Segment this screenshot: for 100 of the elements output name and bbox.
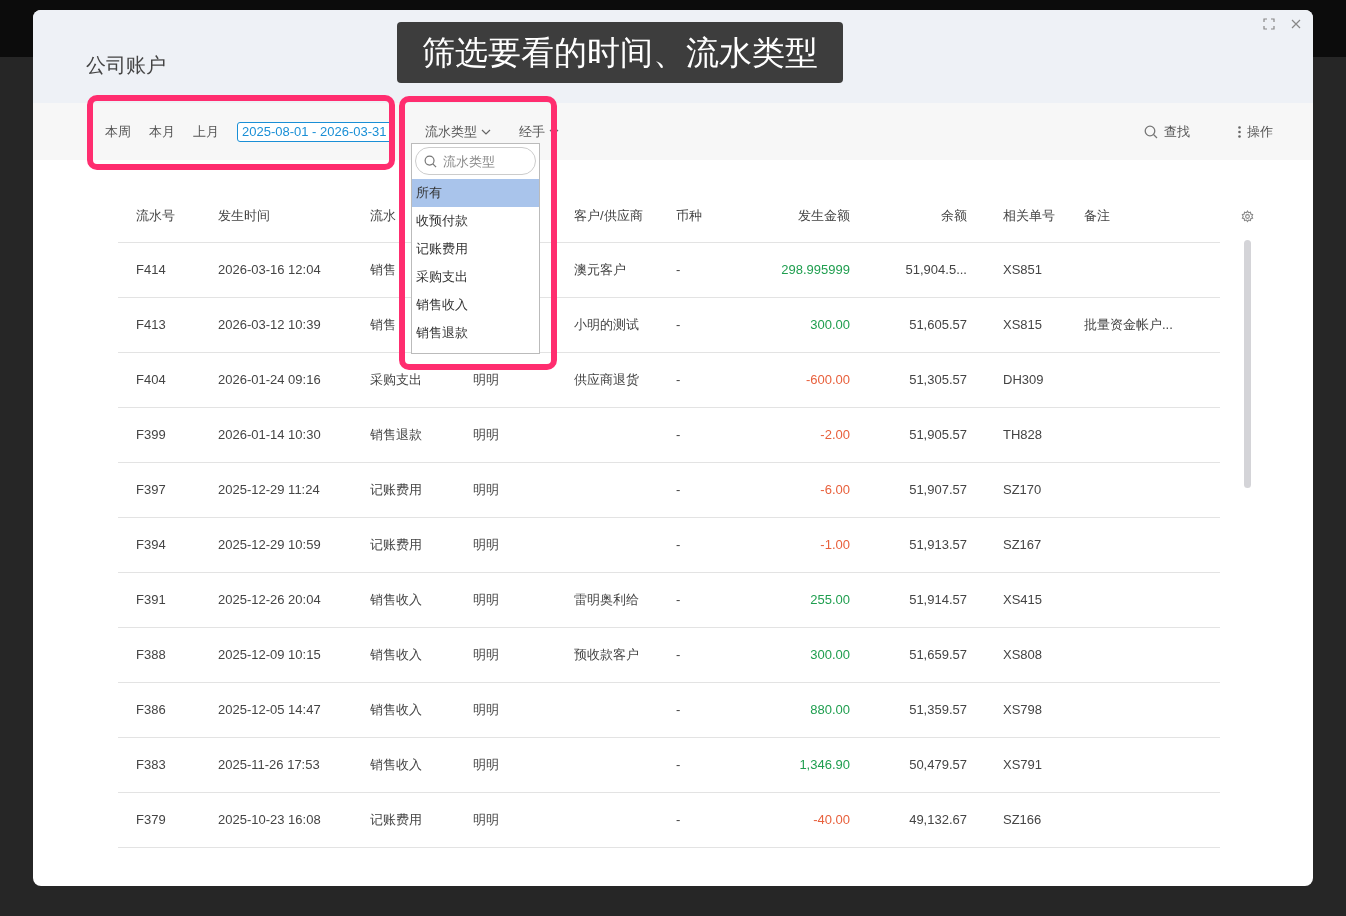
table-cell: 供应商退货 — [574, 371, 639, 387]
table-cell: 销售收入 — [370, 701, 422, 717]
table-cell: XS851 — [1003, 261, 1043, 277]
column-header: 流水号 — [136, 207, 175, 223]
table-cell: - — [676, 481, 681, 497]
filter-dropdown[interactable]: 流水类型 — [424, 121, 491, 142]
table-cell: 澳元客户 — [574, 261, 626, 277]
table-cell: 49,132.67 — [909, 811, 967, 827]
period-tab[interactable]: 本月 — [149, 121, 175, 142]
column-header: 相关单号 — [1003, 207, 1055, 223]
table-cell: F413 — [136, 316, 166, 332]
table-cell: - — [676, 591, 681, 607]
close-icon[interactable] — [1291, 19, 1301, 29]
table-cell: - — [676, 811, 681, 827]
period-tab[interactable]: 上月 — [193, 121, 219, 142]
table-cell: F383 — [136, 756, 166, 772]
table-cell: - — [676, 756, 681, 772]
table-cell: SZ170 — [1003, 481, 1042, 497]
dropdown-option[interactable]: 所有 — [412, 179, 539, 207]
table-cell: 明明 — [473, 536, 499, 552]
table-cell: 销售收入 — [370, 646, 422, 662]
table-cell: 明明 — [473, 481, 499, 497]
table-cell: 记账费用 — [370, 811, 422, 827]
table-cell: 销售 — [370, 316, 396, 332]
column-header: 币种 — [676, 207, 702, 223]
table-cell: F397 — [136, 481, 166, 497]
callout-tooltip: 筛选要看的时间、流水类型 — [397, 22, 843, 83]
settings-icon[interactable] — [1240, 210, 1254, 223]
fullscreen-icon[interactable] — [1263, 18, 1275, 30]
actions-button[interactable]: 操作 — [1238, 121, 1273, 142]
table-cell: 298.995999 — [781, 261, 850, 277]
table-cell: F386 — [136, 701, 166, 717]
table-cell: F394 — [136, 536, 166, 552]
table-cell: 51,913.57 — [909, 536, 967, 552]
table-cell: 300.00 — [810, 316, 850, 332]
table-cell: F379 — [136, 811, 166, 827]
table-cell: 51,359.57 — [909, 701, 967, 717]
table-cell: 51,305.57 — [909, 371, 967, 387]
table-cell: 1,346.90 — [799, 756, 850, 772]
table-cell: 2026-03-12 10:39 — [218, 316, 321, 332]
search-icon — [424, 155, 437, 168]
table-cell: 销售收入 — [370, 591, 422, 607]
table-cell: 批量资金帐户... — [1084, 316, 1173, 332]
table-cell: 51,659.57 — [909, 646, 967, 662]
table-cell: XS808 — [1003, 646, 1043, 662]
table-cell: 采购支出 — [370, 371, 422, 387]
table-cell: 销售退款 — [370, 426, 422, 442]
table-cell: -6.00 — [820, 481, 850, 497]
table-cell: DH309 — [1003, 371, 1044, 387]
table-cell: 记账费用 — [370, 481, 422, 497]
table-cell: F399 — [136, 426, 166, 442]
table-cell: 2025-10-23 16:08 — [218, 811, 321, 827]
table-cell: - — [676, 316, 681, 332]
table-cell: 小明的测试 — [574, 316, 639, 332]
table-cell: 明明 — [473, 811, 499, 827]
table-cell: 51,605.57 — [909, 316, 967, 332]
table-cell: 明明 — [473, 701, 499, 717]
table-cell: F388 — [136, 646, 166, 662]
table-cell: SZ167 — [1003, 536, 1042, 552]
table-cell: 2026-01-24 09:16 — [218, 371, 321, 387]
table-cell: -1.00 — [820, 536, 850, 552]
table-cell: 300.00 — [810, 646, 850, 662]
table-cell: F391 — [136, 591, 166, 607]
table-cell: - — [676, 371, 681, 387]
table-cell: -600.00 — [805, 371, 850, 387]
table-cell: 销售 — [370, 261, 396, 277]
column-header: 发生时间 — [218, 207, 270, 223]
table-cell: 2025-12-09 10:15 — [218, 646, 321, 662]
table-cell: 51,905.57 — [909, 426, 967, 442]
table-cell: 明明 — [473, 371, 499, 387]
date-range-field[interactable]: 2025-08-01 - 2026-03-31 — [237, 121, 392, 142]
table-cell: 2025-12-29 11:24 — [218, 481, 320, 497]
dialog-title: 公司账户 — [86, 53, 166, 78]
column-header: 发生金额 — [798, 207, 850, 223]
table-cell: 预收款客户 — [574, 646, 639, 662]
search-button[interactable]: 查找 — [1144, 121, 1190, 142]
table-cell: - — [676, 426, 681, 442]
table-cell: 2026-03-16 12:04 — [218, 261, 321, 277]
table-cell: 880.00 — [810, 701, 850, 717]
table-cell: 明明 — [473, 591, 499, 607]
scrollbar[interactable] — [1243, 240, 1251, 488]
table-cell: F404 — [136, 371, 166, 387]
kebab-icon — [1238, 125, 1241, 138]
search-icon — [1144, 124, 1158, 139]
table-cell: 明明 — [473, 646, 499, 662]
table-cell: 记账费用 — [370, 536, 422, 552]
period-tab[interactable]: 本周 — [105, 121, 131, 142]
column-header: 流水 — [370, 207, 396, 223]
table-cell: 雷明奥利给 — [574, 591, 639, 607]
search-field[interactable]: 流水类型 — [415, 147, 536, 175]
table-cell: XS791 — [1003, 756, 1043, 772]
table-cell: 2025-11-26 17:53 — [218, 756, 320, 772]
table-cell: F414 — [136, 261, 166, 277]
table-cell: 51,914.57 — [909, 591, 967, 607]
column-header: 备注 — [1084, 207, 1110, 223]
table-cell: 255.00 — [810, 591, 850, 607]
filter-dropdown[interactable]: 经手 — [518, 121, 559, 142]
table-cell: 2025-12-29 10:59 — [218, 536, 321, 552]
table-cell: - — [676, 261, 681, 277]
table-cell: - — [676, 646, 681, 662]
